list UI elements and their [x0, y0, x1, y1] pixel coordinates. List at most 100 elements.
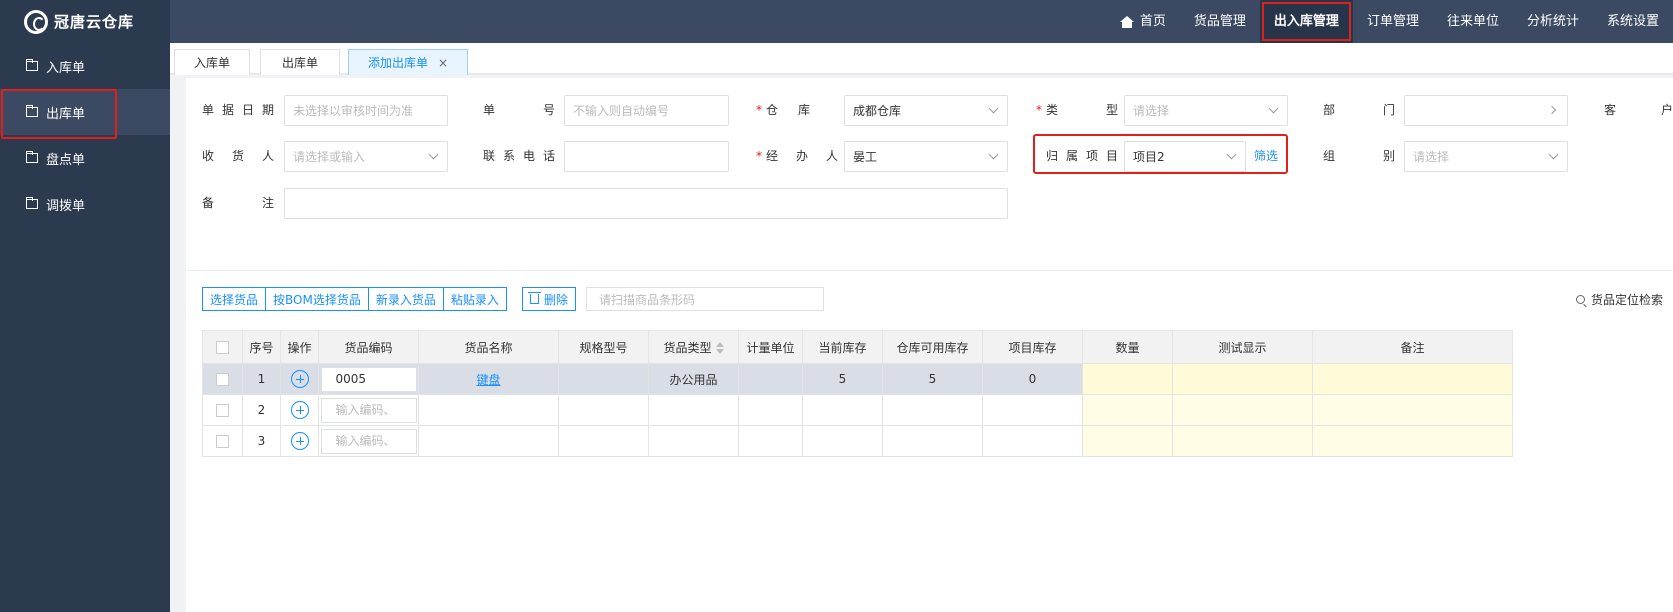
close-icon[interactable]: ×: [438, 56, 448, 70]
number-field[interactable]: 不输入则自动编号: [564, 95, 729, 126]
select-goods-button[interactable]: 选择货品: [202, 287, 267, 311]
chevron-down-icon: [988, 149, 999, 160]
remark-cell[interactable]: [1312, 425, 1513, 457]
phone-field[interactable]: [564, 141, 729, 172]
remark-field[interactable]: [284, 188, 1008, 219]
column-header: 规格型号: [558, 330, 649, 364]
test-display-cell[interactable]: [1172, 425, 1313, 457]
sidebar-item-transfer[interactable]: 调拨单: [0, 181, 170, 227]
add-row-icon[interactable]: [290, 432, 309, 450]
sidebar-item-outbound[interactable]: 出库单: [0, 89, 170, 139]
nav-item-orders[interactable]: 订单管理: [1353, 0, 1433, 43]
type-cell: 办公用品: [648, 363, 739, 395]
goods-locate-search[interactable]: 货品定位检索: [1576, 287, 1663, 311]
label-text: 类型: [1046, 103, 1118, 117]
project-filter-button[interactable]: 筛选: [1254, 141, 1278, 171]
column-header-sortable[interactable]: 货品类型: [648, 330, 739, 364]
unit-cell: [738, 363, 803, 395]
nav-item-inout[interactable]: 出入库管理: [1259, 0, 1353, 43]
table-row[interactable]: 3 输入编码、: [202, 425, 1513, 457]
nav-item-goods[interactable]: 货品管理: [1180, 0, 1260, 43]
barcode-scan-input[interactable]: 请扫描商品条形码: [586, 287, 824, 311]
column-header: 货品名称: [418, 330, 559, 364]
tab-add-outbound[interactable]: 添加出库单 ×: [348, 49, 468, 75]
bom-select-button[interactable]: 按BOM选择货品: [266, 287, 369, 311]
select-all-checkbox[interactable]: [216, 341, 229, 354]
remark-cell[interactable]: [1312, 394, 1513, 426]
spec-cell: [558, 425, 649, 457]
nav-item-partners[interactable]: 往来单位: [1433, 0, 1513, 43]
select-placeholder: 请选择: [1133, 104, 1170, 118]
sidebar-item-label: 盘点单: [46, 152, 86, 168]
group-select[interactable]: 请选择: [1404, 141, 1568, 172]
test-display-cell[interactable]: [1172, 394, 1313, 426]
row-checkbox[interactable]: [216, 373, 229, 386]
chevron-right-icon: [1547, 105, 1557, 115]
delete-toolbar: 删除: [522, 287, 577, 311]
nav-item-settings[interactable]: 系统设置: [1593, 0, 1673, 43]
top-bar: 冠唐云仓库 首页 货品管理 出入库管理 订单管理 往来单位 分析统计 系统设置: [0, 0, 1673, 43]
app-logo[interactable]: 冠唐云仓库: [0, 0, 170, 43]
name-cell: [418, 425, 559, 457]
sidebar-item-stocktake[interactable]: 盘点单: [0, 135, 170, 181]
row-select-cell[interactable]: [202, 394, 243, 426]
quantity-cell[interactable]: [1082, 425, 1173, 457]
row-checkbox[interactable]: [216, 435, 229, 448]
search-icon: [1576, 294, 1585, 304]
column-header: 货品编码: [318, 330, 419, 364]
add-row-icon[interactable]: [290, 401, 309, 419]
sort-icon[interactable]: [715, 342, 724, 354]
delete-button[interactable]: 删除: [522, 287, 577, 311]
remark-cell[interactable]: [1312, 363, 1513, 395]
chevron-down-icon: [428, 149, 439, 160]
receiver-select[interactable]: 请选择或输入: [284, 141, 448, 172]
sidebar-item-label: 调拨单: [46, 198, 86, 214]
required-mark: *: [1036, 103, 1042, 117]
seq-cell: 2: [242, 394, 281, 426]
code-input[interactable]: 输入编码、: [320, 428, 417, 454]
sidebar: 入库单 出库单 盘点单 调拨单: [0, 43, 170, 612]
select-all-cell[interactable]: [202, 330, 243, 364]
nav-item-home[interactable]: 首页: [1106, 0, 1180, 43]
unit-cell: [738, 425, 803, 457]
label-text: 经办人: [766, 149, 838, 163]
row-select-cell[interactable]: [202, 425, 243, 457]
select-placeholder: 请选择或输入: [293, 150, 366, 164]
tab-label: 添加出库单: [367, 56, 428, 70]
type-cell: [648, 425, 739, 457]
column-header: 计量单位: [738, 330, 803, 364]
type-label: * 类型: [1036, 95, 1118, 125]
tab-bar: 入库单 出库单 添加出库单 ×: [170, 43, 1673, 75]
number-label: 单号: [483, 103, 555, 117]
trash-icon: [528, 292, 541, 304]
project-select[interactable]: 项目2: [1124, 141, 1246, 172]
folder-icon: [26, 197, 38, 209]
new-goods-button[interactable]: 新录入货品: [368, 287, 444, 311]
folder-icon: [26, 105, 38, 117]
quantity-cell[interactable]: [1082, 394, 1173, 426]
tab-inbound[interactable]: 入库单: [174, 49, 250, 75]
type-select[interactable]: 请选择: [1124, 95, 1288, 126]
table-row[interactable]: 1 0005 键盘 办公用品 5 5 0: [202, 363, 1513, 395]
sidebar-item-inbound[interactable]: 入库单: [0, 43, 170, 89]
code-input[interactable]: 0005: [320, 366, 417, 392]
required-mark: *: [756, 149, 762, 163]
add-row-icon[interactable]: [290, 370, 309, 388]
handler-select[interactable]: 晏工: [844, 141, 1008, 172]
table-row[interactable]: 2 输入编码、: [202, 394, 1513, 426]
row-checkbox[interactable]: [216, 404, 229, 417]
quantity-cell[interactable]: [1082, 363, 1173, 395]
seq-cell: 3: [242, 425, 281, 457]
project-stock-cell: 0: [982, 363, 1083, 395]
test-display-cell[interactable]: [1172, 363, 1313, 395]
warehouse-select[interactable]: 成都仓库: [844, 95, 1008, 126]
code-input[interactable]: 输入编码、: [320, 397, 417, 423]
tab-outbound[interactable]: 出库单: [260, 49, 340, 75]
paste-entry-button[interactable]: 粘贴录入: [443, 287, 507, 311]
goods-name-link[interactable]: 键盘: [476, 373, 500, 387]
row-select-cell[interactable]: [202, 363, 243, 395]
date-field[interactable]: 未选择以审核时间为准: [284, 95, 448, 126]
department-select[interactable]: [1404, 95, 1568, 126]
spec-cell: [558, 363, 649, 395]
nav-item-analytics[interactable]: 分析统计: [1513, 0, 1593, 43]
